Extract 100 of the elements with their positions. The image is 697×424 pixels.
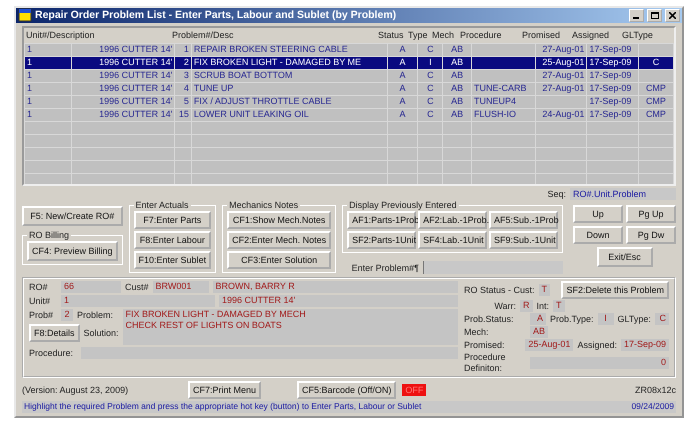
- table-cell: 17-Sep-09: [586, 82, 638, 96]
- close-button[interactable]: [665, 8, 680, 22]
- maximize-button[interactable]: [647, 8, 662, 22]
- preview-billing-button[interactable]: CF4: Preview Billing: [27, 241, 118, 262]
- problem-row[interactable]: 1 1996 CUTTER 14' 1 REPAIR BROKEN STEERING CABLE A C AB 27-Aug-01 17-Sep-09: [24, 43, 674, 56]
- field-label: Solution:: [84, 328, 119, 338]
- seq-value: RO#.Unit.Problem: [570, 188, 676, 200]
- field-value: 17-Sep-09: [620, 339, 669, 352]
- field-label: Prob.Status:: [464, 314, 515, 324]
- navigation-button[interactable]: Pg Dw: [626, 226, 676, 244]
- table-cell: 25-Aug-01: [535, 56, 587, 70]
- table-cell: 1996 CUTTER 14': [72, 43, 175, 56]
- field-value: T: [538, 284, 550, 296]
- actuals-button[interactable]: F8:Enter Labour: [134, 231, 212, 250]
- actuals-button[interactable]: F7:Enter Parts: [134, 211, 212, 230]
- column-header[interactable]: Status: [376, 30, 406, 40]
- table-cell: 1: [24, 69, 72, 82]
- column-header[interactable]: Assigned: [570, 30, 612, 40]
- problem-row[interactable]: 1 1996 CUTTER 14' 4 TUNE UP A C AB TUNE-CARB 27-Aug-01 17-Sep-09 CMP: [24, 82, 674, 96]
- table-cell: [472, 43, 536, 56]
- seq-label: Seq:: [547, 188, 566, 199]
- group-title: RO Billing: [28, 230, 70, 240]
- minimize-button[interactable]: [629, 8, 644, 22]
- field-label: Assigned:: [577, 340, 617, 350]
- maximize-icon: [650, 12, 658, 19]
- enter-problem-label: Enter Problem#¶: [352, 262, 419, 273]
- table-cell: AB: [442, 43, 472, 56]
- barcode-state: OFF: [402, 384, 426, 396]
- field-value: C: [654, 313, 669, 326]
- field-value: 2: [61, 309, 73, 322]
- column-header[interactable]: Type: [406, 30, 430, 40]
- field-label: Unit#: [29, 296, 52, 306]
- problem-row[interactable]: 1 1996 CUTTER 14' 5 FIX / ADJUST THROTTLE CABLE A C AB TUNEUP4 17-Sep-09 CMP: [24, 95, 674, 108]
- table-cell: 27-Aug-01: [535, 43, 587, 56]
- column-header[interactable]: Mech: [430, 30, 456, 40]
- display-button[interactable]: AF1:Parts-1Prob: [347, 211, 416, 230]
- table-cell: FLUSH-IO: [472, 108, 536, 122]
- table-cell: 17-Sep-09: [586, 56, 638, 70]
- table-cell: LOWER UNIT LEAKING OIL: [191, 108, 388, 122]
- field-label: Mech:: [464, 327, 490, 338]
- notes-button[interactable]: CF3:Enter Solution: [227, 251, 332, 270]
- print-menu-button[interactable]: CF7:Print Menu: [188, 381, 262, 400]
- close-icon: [669, 12, 676, 19]
- window-title: Repair Order Problem List - Enter Parts, Labour and Sublet (by Problem): [35, 9, 398, 22]
- notes-button[interactable]: CF1:Show Mech.Notes: [227, 211, 332, 230]
- table-cell: 1: [24, 56, 72, 70]
- table-cell: 1996 CUTTER 14': [72, 82, 175, 96]
- table-cell: 17-Sep-09: [586, 69, 638, 82]
- column-header[interactable]: Procedure: [458, 30, 504, 40]
- table-cell: [472, 69, 536, 82]
- new-ro-button[interactable]: F5: New/Create RO#: [22, 206, 123, 226]
- display-button[interactable]: AF2:Lab.-1Prob.: [418, 211, 488, 230]
- field-value: 25-Aug-01: [525, 339, 574, 352]
- column-header[interactable]: Unit#/Description: [24, 30, 97, 40]
- table-cell: SCRUB BOAT BOTTOM: [191, 69, 388, 82]
- delete-problem-button[interactable]: SF2:Delete this Problem: [561, 281, 669, 300]
- navigation-button[interactable]: Up: [573, 204, 623, 223]
- display-button[interactable]: SF9:Sub.-1Unit: [489, 231, 558, 250]
- table-cell: 1996 CUTTER 14': [72, 69, 175, 82]
- app-icon: [18, 8, 32, 22]
- table-cell: 17-Sep-09: [586, 95, 638, 108]
- table-cell: 1: [24, 82, 72, 96]
- details-button[interactable]: F8:Details: [29, 324, 80, 342]
- column-header[interactable]: Promised: [520, 30, 562, 40]
- problem-row[interactable]: 1 1996 CUTTER 14' 3 SCRUB BOAT BOTTOM A C AB 27-Aug-01 17-Sep-09: [24, 69, 674, 82]
- field-label: RO Status - Cust:: [464, 285, 535, 296]
- column-header[interactable]: GLType: [620, 30, 655, 40]
- navigation-button[interactable]: Down: [573, 226, 623, 244]
- field-label: Prob#: [29, 310, 54, 320]
- display-button[interactable]: AF5:Sub.-1Prob: [489, 211, 558, 230]
- field-label: Warr:: [493, 301, 516, 312]
- actuals-button[interactable]: F10:Enter Sublet: [134, 251, 212, 270]
- table-cell: TUNEUP4: [472, 95, 536, 108]
- column-header[interactable]: Problem#/Desc: [170, 30, 236, 40]
- version-text: (Version: August 23, 2009): [22, 385, 130, 396]
- field-label: Prob.Type:: [550, 314, 594, 324]
- problem-number-field[interactable]: [423, 261, 563, 274]
- table-cell: [638, 43, 674, 56]
- navigation-button[interactable]: Pg Up: [626, 204, 676, 223]
- field-label: Promised:: [464, 340, 506, 350]
- barcode-toggle-button[interactable]: CF5:Barcode (Off/ON): [297, 381, 396, 400]
- problem-row[interactable]: 1 1996 CUTTER 14' 2 FIX BROKEN LIGHT - DAMAGED BY ME A I AB 25-Aug-01 17-Sep-09 C: [24, 56, 674, 70]
- navigation-button[interactable]: Exit/Esc: [596, 246, 652, 267]
- group-title: Enter Actuals: [134, 200, 190, 210]
- problem-row[interactable]: 1 1996 CUTTER 14' 15 LOWER UNIT LEAKING OIL A C AB FLUSH-IO 24-Aug-01 17-Sep-09 CMP: [24, 108, 674, 122]
- table-cell: 27-Aug-01: [535, 82, 587, 96]
- status-hint: Highlight the required Problem and press the appropriate hot key (button) to Enter Parts, Labour or Sublet: [24, 402, 422, 412]
- table-cell: A: [387, 43, 418, 56]
- display-button[interactable]: SF2:Parts-1Unit: [347, 231, 416, 250]
- field-value: 1: [61, 295, 215, 308]
- group-title: Display Previously Entered: [348, 200, 458, 210]
- table-cell: 1: [24, 43, 72, 56]
- field-label: Procedure Definiton:: [464, 352, 507, 374]
- field-label: Problem:: [77, 310, 114, 320]
- table-cell: 1996 CUTTER 14': [72, 56, 175, 70]
- field-value: A: [530, 313, 546, 326]
- display-button[interactable]: SF4:Lab.-1Unit: [418, 231, 488, 250]
- notes-button[interactable]: CF2:Enter Mech. Notes: [227, 231, 332, 250]
- table-cell: 1: [174, 43, 192, 56]
- field-value: T: [553, 300, 565, 312]
